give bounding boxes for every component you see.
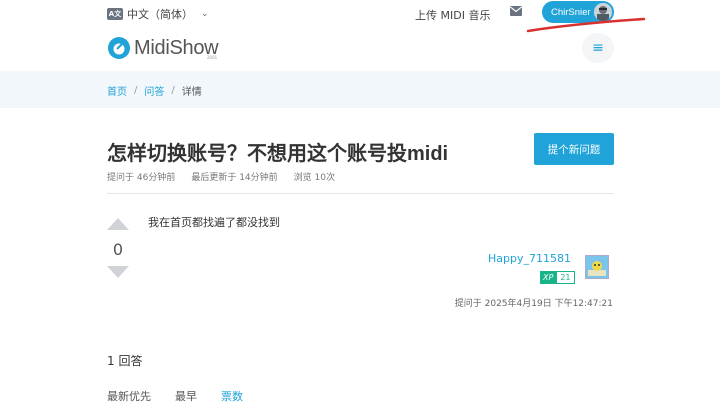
downvote-icon[interactable] (107, 266, 129, 278)
user-name: ChirSnier (551, 6, 591, 18)
xp-badge: XP 21 (540, 271, 575, 284)
question-meta: 提问于 46分钟前 最后更新于 14分钟前 浏览 10次 (107, 170, 335, 183)
xp-label: XP (540, 271, 557, 284)
author-avatar[interactable] (585, 255, 609, 279)
breadcrumb-qa[interactable]: 问答 (144, 83, 164, 98)
breadcrumb-current: 详情 (181, 87, 202, 98)
xp-value: 21 (556, 271, 575, 284)
sort-newest[interactable]: 最新优先 (107, 388, 151, 404)
asked-timestamp: 提问于 2025年4月19日 下午12:47:21 (454, 299, 613, 309)
language-label: 中文（简体） (127, 8, 193, 21)
ask-question-button[interactable]: 提个新问题 (534, 133, 614, 165)
vote-count: 0 (112, 240, 124, 259)
sort-votes[interactable]: 票数 (221, 388, 243, 404)
upload-midi-link[interactable]: 上传 MIDI 音乐 (415, 7, 490, 23)
logo-icon (108, 37, 130, 59)
logo-text: MidiShow (134, 36, 219, 59)
chevron-down-icon: ⌄ (201, 9, 209, 19)
translate-icon: A文 (107, 8, 123, 20)
menu-toggle-button[interactable]: ≡ (582, 33, 614, 63)
sort-oldest[interactable]: 最早 (175, 388, 197, 404)
language-selector[interactable]: A文 中文（简体） ⌄ (107, 6, 209, 22)
asked-relative: 提问于 46分钟前 (107, 173, 176, 183)
answer-sort-tabs: 最新优先 最早 票数 (107, 388, 267, 404)
logo-subtext: 2001 (207, 55, 218, 60)
question-body: 我在首页都找遍了都没找到 (148, 216, 280, 229)
answer-count: 1 回答 (107, 354, 143, 368)
breadcrumb-separator: / (171, 85, 175, 96)
divider (107, 193, 614, 194)
user-menu-button[interactable]: ChirSnier (542, 1, 614, 23)
upvote-icon[interactable] (107, 218, 129, 230)
site-logo[interactable]: MidiShow 2001 (107, 36, 219, 60)
question-title: 怎样切换账号？不想用这个账号投midi (107, 143, 449, 165)
breadcrumb-separator: / (134, 85, 138, 96)
view-count: 浏览 10次 (293, 173, 335, 183)
user-avatar (594, 3, 612, 21)
top-bar: A文 中文（简体） ⌄ 上传 MIDI 音乐 ChirSnier (0, 0, 720, 28)
author-name-link[interactable]: Happy_711581 (488, 252, 571, 265)
breadcrumb-home[interactable]: 首页 (107, 83, 127, 98)
breadcrumb: 首页 / 问答 / 详情 (107, 83, 202, 98)
mail-icon[interactable] (510, 6, 522, 16)
hamburger-icon: ≡ (592, 40, 604, 56)
updated-relative: 最后更新于 14分钟前 (191, 173, 278, 183)
